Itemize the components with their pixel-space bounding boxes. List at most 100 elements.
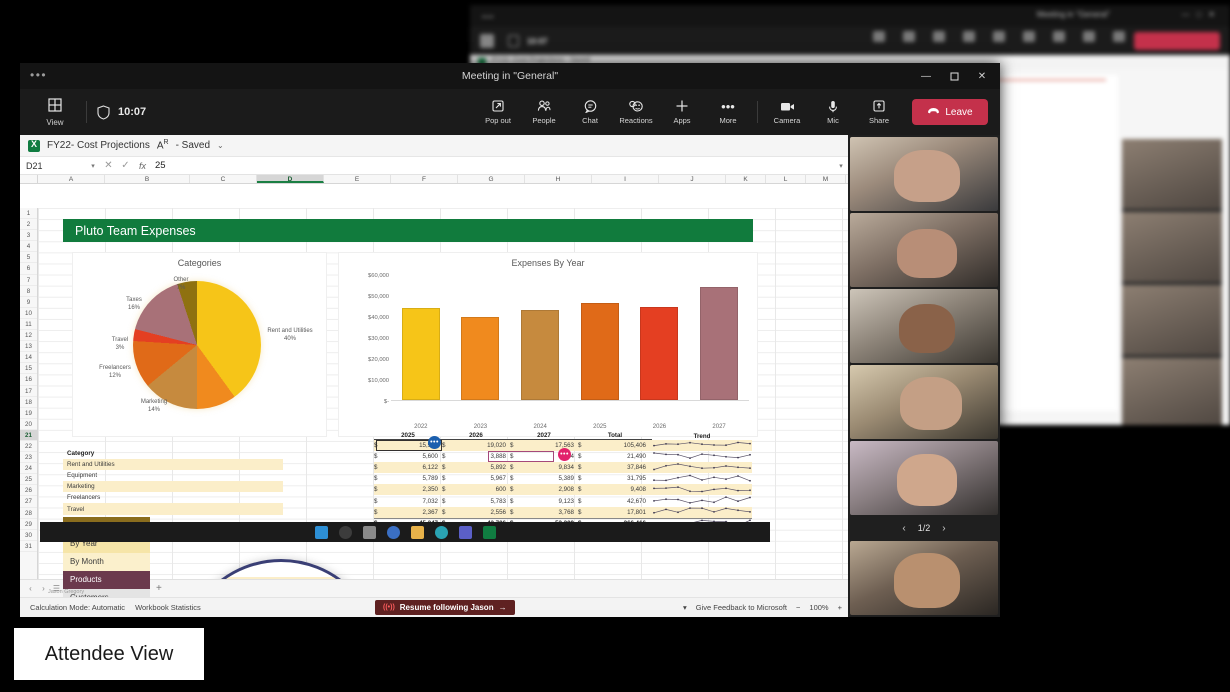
row-header-6[interactable]: 6 (20, 263, 37, 274)
category-header-cell[interactable]: Category (63, 448, 283, 459)
row-header-14[interactable]: 14 (20, 352, 37, 363)
resume-following-button[interactable]: ((•)) Resume following Jason → (375, 600, 515, 615)
row-header-15[interactable]: 15 (20, 363, 37, 374)
excel-icon-taskbar[interactable] (483, 526, 496, 539)
cell-total-5[interactable]: 42,670 (590, 498, 652, 505)
column-header-C[interactable]: C (190, 175, 257, 183)
column-header-A[interactable]: A (38, 175, 105, 183)
cell-2026-3[interactable]: 5,967 (454, 475, 510, 482)
maximize-button[interactable] (940, 63, 968, 89)
confirm-edit-icon[interactable]: ✓ (117, 160, 134, 171)
category-cell-4[interactable]: Travel (63, 503, 283, 514)
zoom-out-button[interactable]: − (796, 603, 800, 612)
column-header-D[interactable]: D (257, 175, 324, 183)
minimize-button[interactable]: — (912, 63, 940, 89)
formula-expand-chevron-icon[interactable]: ▾ (834, 162, 848, 170)
table-row[interactable]: $5,789$5,967$5,389$31,795 (374, 473, 752, 484)
cell-2027-3[interactable]: 5,389 (522, 475, 578, 482)
row-header-1[interactable]: 1 (20, 208, 37, 219)
file-explorer-icon[interactable] (411, 526, 424, 539)
video-tile-1[interactable] (850, 137, 998, 211)
category-cell-3[interactable]: Freelancers (63, 492, 283, 503)
column-header-F[interactable]: F (391, 175, 458, 183)
row-header-9[interactable]: 9 (20, 297, 37, 308)
pop-out-button[interactable]: Pop out (475, 91, 521, 133)
zoom-level-label[interactable]: 100% (809, 603, 828, 612)
row-header-13[interactable]: 13 (20, 341, 37, 352)
cell-2026-6[interactable]: 2,556 (454, 509, 510, 516)
status-overflow-icon[interactable]: ▾ (683, 603, 687, 612)
people-button[interactable]: People (521, 91, 567, 133)
row-header-7[interactable]: 7 (20, 275, 37, 286)
close-button[interactable]: ✕ (968, 63, 996, 89)
row-header-22[interactable]: 22 (20, 441, 37, 452)
task-view-icon[interactable] (363, 526, 376, 539)
row-header-29[interactable]: 29 (20, 519, 37, 530)
cell-2027-0[interactable]: 17,563 (522, 442, 578, 449)
row-header-3[interactable]: 3 (20, 230, 37, 241)
cell-total-0[interactable]: 105,406 (590, 442, 652, 449)
cell-2027-5[interactable]: 9,123 (522, 498, 578, 505)
workbook-statistics-label[interactable]: Workbook Statistics (125, 603, 201, 612)
column-header-B[interactable]: B (105, 175, 190, 183)
select-all-corner[interactable] (20, 175, 38, 183)
cell-2027-2[interactable]: 9,834 (522, 464, 578, 471)
row-header-4[interactable]: 4 (20, 241, 37, 252)
column-header-I[interactable]: I (592, 175, 659, 183)
row-header-31[interactable]: 31 (20, 541, 37, 552)
video-tile-2[interactable] (850, 213, 998, 287)
row-header-16[interactable]: 16 (20, 374, 37, 385)
column-header-G[interactable]: G (458, 175, 525, 183)
cell-2025-2[interactable]: 6,122 (386, 464, 442, 471)
cell-2025-4[interactable]: 2,350 (386, 486, 442, 493)
video-tile-6[interactable] (850, 541, 998, 615)
row-header-17[interactable]: 17 (20, 386, 37, 397)
row-header-26[interactable]: 26 (20, 485, 37, 496)
cell-2025-6[interactable]: 2,367 (386, 509, 442, 516)
edge-icon[interactable] (435, 526, 448, 539)
row-header-8[interactable]: 8 (20, 286, 37, 297)
cell-2025-3[interactable]: 5,789 (386, 475, 442, 482)
row-header-5[interactable]: 5 (20, 252, 37, 263)
row-header-2[interactable]: 2 (20, 219, 37, 230)
row-header-23[interactable]: 23 (20, 452, 37, 463)
column-header-J[interactable]: J (659, 175, 726, 183)
camera-button[interactable]: Camera (764, 91, 810, 133)
give-feedback-link[interactable]: Give Feedback to Microsoft (696, 603, 787, 612)
cell-total-3[interactable]: 31,795 (590, 475, 652, 482)
insert-function-icon[interactable]: fx (134, 161, 151, 171)
teams-icon[interactable] (459, 526, 472, 539)
row-header-12[interactable]: 12 (20, 330, 37, 341)
category-cell-2[interactable]: Marketing (63, 481, 283, 492)
tab-scroll-prev-icon[interactable]: ‹ (24, 584, 37, 593)
zoom-in-button[interactable]: + (838, 603, 842, 612)
name-box-chevron-icon[interactable]: ▾ (86, 162, 100, 170)
table-row[interactable]: $6,122$5,892$9,834$37,846 (374, 462, 752, 473)
category-cell-1[interactable]: Equipment (63, 470, 283, 481)
cell-2025-1[interactable]: 5,600 (386, 453, 442, 460)
row-header-21[interactable]: 21 (20, 430, 37, 441)
row-header-10[interactable]: 10 (20, 308, 37, 319)
cell-2026-0[interactable]: 19,020 (454, 442, 510, 449)
row-header-11[interactable]: 11 (20, 319, 37, 330)
row-header-28[interactable]: 28 (20, 508, 37, 519)
name-box[interactable]: D21 (20, 161, 86, 171)
cell-total-6[interactable]: 17,801 (590, 509, 652, 516)
column-header-H[interactable]: H (525, 175, 592, 183)
teams-meeting-icon[interactable] (387, 526, 400, 539)
cell-2027-6[interactable]: 3,768 (522, 509, 578, 516)
cell-total-4[interactable]: 9,408 (590, 486, 652, 493)
cell-2026-2[interactable]: 5,892 (454, 464, 510, 471)
search-icon[interactable] (339, 526, 352, 539)
table-row[interactable]: $2,367$2,556$3,768$17,801 (374, 507, 752, 518)
table-row[interactable]: $7,032$5,783$9,123$42,670 (374, 495, 752, 506)
cell-2026-5[interactable]: 5,783 (454, 498, 510, 505)
row-header-19[interactable]: 19 (20, 408, 37, 419)
sheet-tab-by-month[interactable]: By Month (63, 553, 150, 571)
add-sheet-button[interactable]: + (156, 583, 162, 594)
share-button[interactable]: Share (856, 91, 902, 133)
cell-total-2[interactable]: 37,846 (590, 464, 652, 471)
video-tile-4[interactable] (850, 365, 998, 439)
column-header-E[interactable]: E (324, 175, 391, 183)
apps-button[interactable]: Apps (659, 91, 705, 133)
